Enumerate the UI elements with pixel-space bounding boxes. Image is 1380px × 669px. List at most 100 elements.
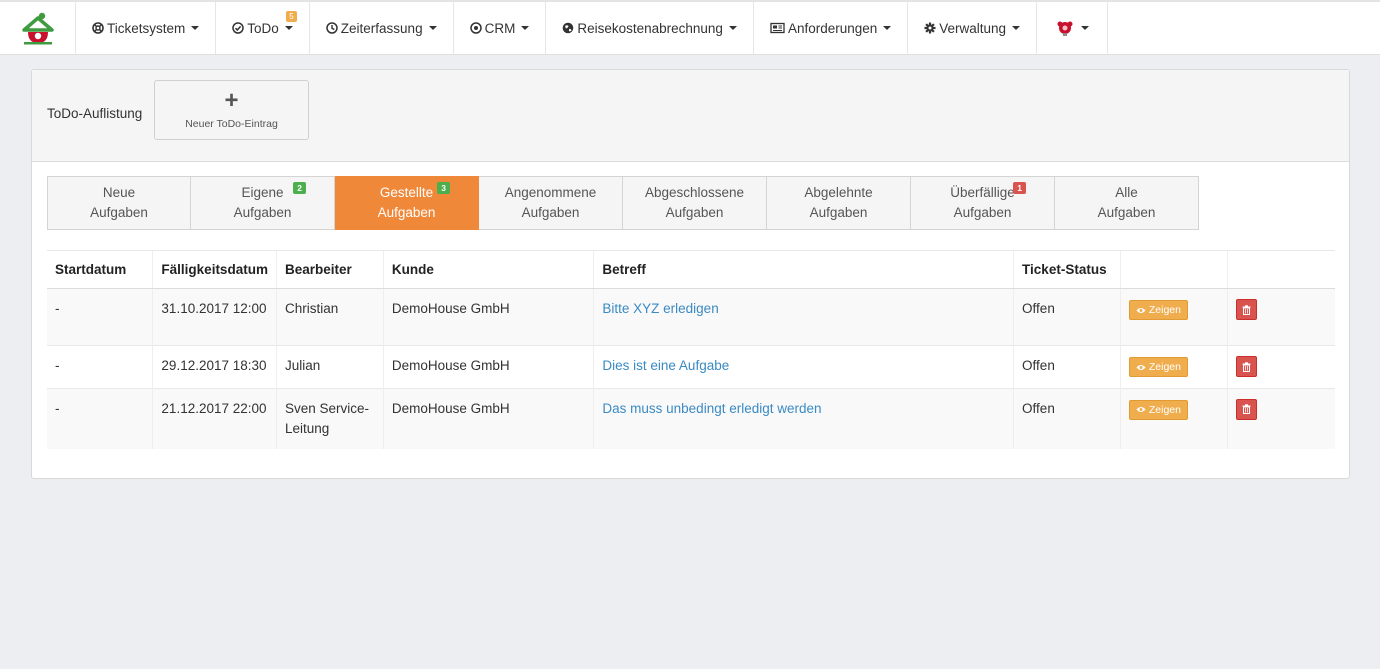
tab-neue-aufgaben[interactable]: Neue Aufgaben — [47, 176, 191, 230]
cell-status: Offen — [1013, 387, 1121, 449]
column-header-actions — [1119, 250, 1228, 289]
tab-abgelehnte-aufgaben[interactable]: Abgelehnte Aufgaben — [767, 176, 911, 230]
caret-down-icon — [1081, 26, 1090, 30]
cell-subject: Das muss unbedingt erledigt werden — [593, 387, 1014, 449]
tab-ueberfaellige-aufgaben[interactable]: Überfällige Aufgaben 1 — [911, 176, 1055, 230]
gear-icon — [924, 22, 936, 34]
column-header-delete — [1226, 250, 1335, 289]
cell-assignee: Christian — [275, 288, 384, 346]
cell-status: Offen — [1013, 345, 1121, 388]
tab-label: Neue — [102, 185, 136, 200]
column-header-bearbeiter[interactable]: Bearbeiter — [275, 250, 384, 289]
tab-eigene-aufgaben[interactable]: Eigene Aufgaben 2 — [191, 176, 335, 230]
caret-down-icon — [191, 26, 200, 30]
table-header-row: Startdatum Fälligkeitsdatum Bearbeiter K… — [47, 250, 1335, 289]
tab-label: Angenommene — [504, 185, 597, 200]
cell-due: 21.12.2017 22:00 — [152, 387, 277, 449]
logo[interactable] — [0, 2, 76, 54]
newspaper-icon — [770, 22, 785, 34]
nav-crm[interactable]: CRM — [454, 2, 547, 54]
plus-icon: + — [224, 87, 239, 114]
count-badge: 2 — [293, 182, 306, 194]
eye-icon — [1136, 364, 1146, 370]
tab-alle-aufgaben[interactable]: Alle Aufgaben — [1055, 176, 1199, 230]
subject-link[interactable]: Das muss unbedingt erledigt werden — [602, 401, 821, 416]
cell-show: Zeigen — [1119, 345, 1228, 388]
table-row: - 29.12.2017 18:30 Julian DemoHouse GmbH… — [47, 345, 1335, 388]
cell-show: Zeigen — [1119, 387, 1228, 449]
show-button[interactable]: Zeigen — [1128, 300, 1188, 320]
column-header-kunde[interactable]: Kunde — [382, 250, 594, 289]
show-button[interactable]: Zeigen — [1128, 399, 1188, 420]
nav-anforderungen[interactable]: Anforderungen — [754, 2, 909, 54]
todo-count-badge: 5 — [286, 11, 297, 22]
cell-customer: DemoHouse GmbH — [382, 345, 594, 388]
delete-button[interactable] — [1235, 356, 1257, 377]
show-button-label: Zeigen — [1148, 304, 1181, 316]
count-badge: 3 — [437, 182, 450, 194]
cell-status: Offen — [1013, 288, 1121, 346]
tab-gestellte-aufgaben[interactable]: Gestellte Aufgaben 3 — [335, 176, 479, 230]
nav-ticketsystem[interactable]: Ticketsystem — [76, 2, 217, 54]
tab-label: Aufgaben — [233, 205, 292, 220]
cell-customer: DemoHouse GmbH — [382, 387, 594, 449]
cell-delete — [1226, 345, 1335, 388]
trash-icon — [1242, 304, 1251, 315]
tab-label: Gestellte — [379, 185, 434, 200]
tab-label: Aufgaben — [1097, 205, 1156, 220]
subject-link[interactable]: Bitte XYZ erledigen — [602, 301, 718, 316]
tab-label: Alle — [1115, 185, 1138, 200]
nav-reisekostenabrechnung[interactable]: Reisekostenabrechnung — [546, 2, 754, 54]
cell-assignee: Julian — [275, 345, 384, 388]
page-title: ToDo-Auflistung — [47, 106, 143, 121]
subject-link[interactable]: Dies ist eine Aufgabe — [602, 358, 729, 373]
top-navbar: Ticketsystem ToDo 5 Zeiterfassung CRM Re… — [0, 0, 1380, 55]
column-header-ticket-status[interactable]: Ticket-Status — [1013, 250, 1121, 289]
user-menu[interactable] — [1037, 2, 1109, 54]
tab-label: Aufgaben — [377, 205, 436, 220]
delete-button[interactable] — [1235, 299, 1257, 320]
tab-label: Aufgaben — [521, 205, 580, 220]
caret-down-icon — [1012, 26, 1021, 30]
nav-label: Zeiterfassung — [340, 20, 423, 36]
nav-zeiterfassung[interactable]: Zeiterfassung — [310, 2, 454, 54]
user-avatar-icon — [1057, 21, 1073, 36]
show-button-label: Zeigen — [1148, 403, 1181, 416]
caret-down-icon — [521, 26, 530, 30]
nav-label: Verwaltung — [939, 20, 1007, 36]
nav-todo[interactable]: ToDo 5 — [216, 2, 310, 54]
tab-label: Aufgaben — [90, 205, 148, 220]
show-button[interactable]: Zeigen — [1128, 357, 1188, 377]
tab-angenommene-aufgaben[interactable]: Angenommene Aufgaben — [479, 176, 623, 230]
cell-assignee: Sven Service-Leitung — [275, 387, 384, 449]
column-header-betreff[interactable]: Betreff — [593, 250, 1014, 289]
house-logo-icon — [21, 12, 54, 45]
count-badge: 1 — [1013, 182, 1026, 194]
globe-icon — [563, 22, 574, 34]
cell-start: - — [47, 288, 153, 346]
nav-label: ToDo — [247, 20, 279, 36]
table-row: - 21.12.2017 22:00 Sven Service-Leitung … — [47, 387, 1335, 449]
cell-start: - — [47, 387, 153, 449]
cell-subject: Dies ist eine Aufgabe — [593, 345, 1014, 388]
eye-icon — [1136, 407, 1146, 412]
tab-label: Aufgaben — [809, 205, 868, 220]
nav-label: Ticketsystem — [107, 20, 186, 36]
todo-panel: ToDo-Auflistung + Neuer ToDo-Eintrag Neu… — [31, 69, 1350, 479]
new-todo-button[interactable]: + Neuer ToDo-Eintrag — [154, 80, 309, 140]
trash-icon — [1242, 361, 1251, 372]
target-icon — [469, 22, 482, 34]
cell-due: 29.12.2017 18:30 — [152, 345, 277, 388]
column-header-startdatum[interactable]: Startdatum — [47, 250, 153, 289]
nav-label: CRM — [484, 20, 516, 36]
tab-abgeschlossene-aufgaben[interactable]: Abgeschlossene Aufgaben — [623, 176, 767, 230]
delete-button[interactable] — [1235, 398, 1257, 420]
nav-label: Reisekostenabrechnung — [577, 20, 723, 36]
cell-show: Zeigen — [1119, 288, 1228, 346]
nav-verwaltung[interactable]: Verwaltung — [908, 2, 1038, 54]
caret-down-icon — [883, 26, 892, 30]
caret-down-icon — [728, 26, 737, 30]
column-header-faelligkeitsdatum[interactable]: Fälligkeitsdatum — [152, 250, 277, 289]
panel-header: ToDo-Auflistung + Neuer ToDo-Eintrag — [32, 70, 1349, 162]
lifebuoy-icon — [92, 22, 104, 34]
